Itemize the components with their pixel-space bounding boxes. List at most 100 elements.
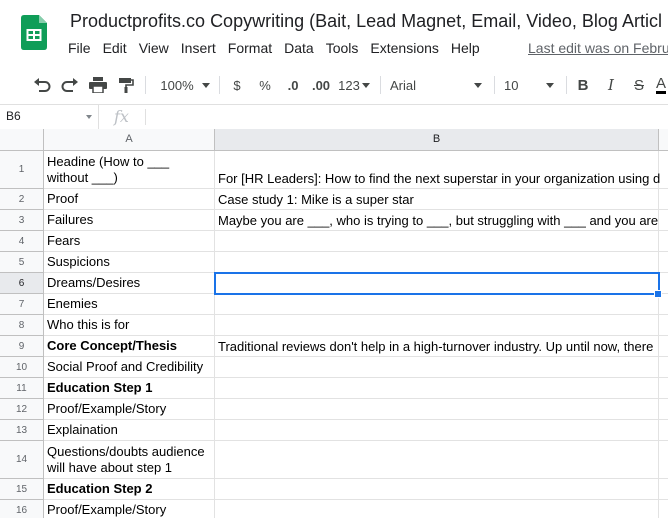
row-header[interactable]: 14 bbox=[0, 441, 44, 479]
redo-button[interactable] bbox=[60, 75, 80, 95]
italic-button[interactable]: I bbox=[602, 75, 620, 95]
cell-a3[interactable]: Failures bbox=[44, 210, 215, 231]
row-header[interactable]: 2 bbox=[0, 189, 44, 210]
select-all-corner[interactable] bbox=[0, 129, 44, 151]
cell-a4[interactable]: Fears bbox=[44, 231, 215, 252]
font-family-select[interactable]: Arial bbox=[390, 75, 484, 95]
cell-b1[interactable]: For [HR Leaders]: How to find the next s… bbox=[215, 151, 660, 189]
menu-insert[interactable]: Insert bbox=[175, 40, 222, 56]
cell-c10[interactable] bbox=[659, 357, 668, 378]
cell-a12[interactable]: Proof/Example/Story bbox=[44, 399, 215, 420]
menu-file[interactable]: File bbox=[62, 40, 97, 56]
cell-b13[interactable] bbox=[215, 420, 659, 441]
cell-b3[interactable]: Maybe you are ___, who is trying to ___,… bbox=[215, 210, 659, 231]
cell-c13[interactable] bbox=[659, 420, 668, 441]
cell-b15[interactable] bbox=[215, 479, 659, 500]
cell-c3[interactable] bbox=[659, 210, 668, 231]
strikethrough-button[interactable]: S bbox=[630, 75, 648, 95]
document-title[interactable]: Productprofits.co Copywriting (Bait, Lea… bbox=[70, 11, 662, 32]
row-header[interactable]: 7 bbox=[0, 294, 44, 315]
undo-button[interactable] bbox=[32, 75, 52, 95]
row-header[interactable]: 3 bbox=[0, 210, 44, 231]
menu-extensions[interactable]: Extensions bbox=[364, 40, 444, 56]
cell-a10[interactable]: Social Proof and Credibility bbox=[44, 357, 215, 378]
cell-a9[interactable]: Core Concept/Thesis bbox=[44, 336, 215, 357]
menu-edit[interactable]: Edit bbox=[97, 40, 133, 56]
row-header[interactable]: 6 bbox=[0, 273, 44, 294]
row-header[interactable]: 9 bbox=[0, 336, 44, 357]
row-header[interactable]: 16 bbox=[0, 500, 44, 518]
cell-b4[interactable] bbox=[215, 231, 659, 252]
function-icon: fx bbox=[114, 107, 129, 126]
cell-b5[interactable] bbox=[215, 252, 659, 273]
menu-view[interactable]: View bbox=[133, 40, 175, 56]
cell-a15[interactable]: Education Step 2 bbox=[44, 479, 215, 500]
cell-c11[interactable] bbox=[659, 378, 668, 399]
row-header[interactable]: 5 bbox=[0, 252, 44, 273]
percent-format-button[interactable]: % bbox=[255, 75, 275, 95]
column-header-b[interactable]: B bbox=[215, 129, 659, 151]
cell-a6[interactable]: Dreams/Desires bbox=[44, 273, 215, 294]
cell-c16[interactable] bbox=[659, 500, 668, 518]
fill-handle[interactable] bbox=[654, 290, 662, 298]
currency-format-button[interactable]: $ bbox=[228, 75, 246, 95]
menu-format[interactable]: Format bbox=[222, 40, 278, 56]
row-header[interactable]: 11 bbox=[0, 378, 44, 399]
cell-c12[interactable] bbox=[659, 399, 668, 420]
table-row: 13 Explaination bbox=[0, 420, 668, 441]
cell-a8[interactable]: Who this is for bbox=[44, 315, 215, 336]
menu-data[interactable]: Data bbox=[278, 40, 320, 56]
cell-b8[interactable] bbox=[215, 315, 659, 336]
cell-c2[interactable] bbox=[659, 189, 668, 210]
font-size-select[interactable]: 10 bbox=[504, 75, 556, 95]
cell-a16[interactable]: Proof/Example/Story bbox=[44, 500, 215, 518]
cell-a1[interactable]: Headine (How to ___ without ___) bbox=[44, 151, 215, 189]
cell-b7[interactable] bbox=[215, 294, 659, 315]
cell-c15[interactable] bbox=[659, 479, 668, 500]
text-color-button[interactable]: A bbox=[656, 75, 668, 95]
increase-decimal-button[interactable]: .00 bbox=[308, 75, 334, 95]
zoom-select[interactable]: 100% bbox=[157, 75, 213, 95]
menu-help[interactable]: Help bbox=[445, 40, 486, 56]
cell-b2[interactable]: Case study 1: Mike is a super star bbox=[215, 189, 659, 210]
decrease-decimal-button[interactable]: .0 bbox=[282, 75, 304, 95]
row-header[interactable]: 4 bbox=[0, 231, 44, 252]
toolbar-divider bbox=[219, 76, 220, 94]
paint-format-button[interactable] bbox=[116, 75, 136, 95]
row-header[interactable]: 10 bbox=[0, 357, 44, 378]
cell-b9[interactable]: Traditional reviews don't help in a high… bbox=[215, 336, 659, 357]
row-header[interactable]: 1 bbox=[0, 151, 44, 189]
cell-c8[interactable] bbox=[659, 315, 668, 336]
cell-c14[interactable] bbox=[659, 441, 668, 479]
cell-b16[interactable] bbox=[215, 500, 659, 518]
chevron-down-icon bbox=[546, 82, 554, 88]
cell-b14[interactable] bbox=[215, 441, 659, 479]
cell-b10[interactable] bbox=[215, 357, 659, 378]
cell-c4[interactable] bbox=[659, 231, 668, 252]
cell-b6[interactable] bbox=[215, 273, 659, 294]
column-header-c[interactable] bbox=[659, 129, 668, 151]
bold-button[interactable]: B bbox=[574, 75, 592, 95]
cell-a14[interactable]: Questions/doubts audience will have abou… bbox=[44, 441, 215, 479]
row-header[interactable]: 15 bbox=[0, 479, 44, 500]
last-edit-link[interactable]: Last edit was on Febru bbox=[528, 40, 668, 56]
cell-a2[interactable]: Proof bbox=[44, 189, 215, 210]
cell-c5[interactable] bbox=[659, 252, 668, 273]
google-sheets-logo-icon[interactable] bbox=[21, 15, 47, 50]
row-header[interactable]: 12 bbox=[0, 399, 44, 420]
print-button[interactable] bbox=[88, 75, 108, 95]
cell-a11[interactable]: Education Step 1 bbox=[44, 378, 215, 399]
row-header[interactable]: 13 bbox=[0, 420, 44, 441]
cell-b12[interactable] bbox=[215, 399, 659, 420]
column-header-a[interactable]: A bbox=[44, 129, 215, 151]
cell-c9[interactable] bbox=[659, 336, 668, 357]
cell-a13[interactable]: Explaination bbox=[44, 420, 215, 441]
cell-a5[interactable]: Suspicions bbox=[44, 252, 215, 273]
menu-tools[interactable]: Tools bbox=[320, 40, 365, 56]
cell-b11[interactable] bbox=[215, 378, 659, 399]
more-formats-button[interactable]: 123 bbox=[337, 75, 371, 95]
row-header[interactable]: 8 bbox=[0, 315, 44, 336]
name-box[interactable]: B6 bbox=[0, 105, 99, 129]
cell-c1[interactable] bbox=[659, 151, 668, 189]
cell-a7[interactable]: Enemies bbox=[44, 294, 215, 315]
